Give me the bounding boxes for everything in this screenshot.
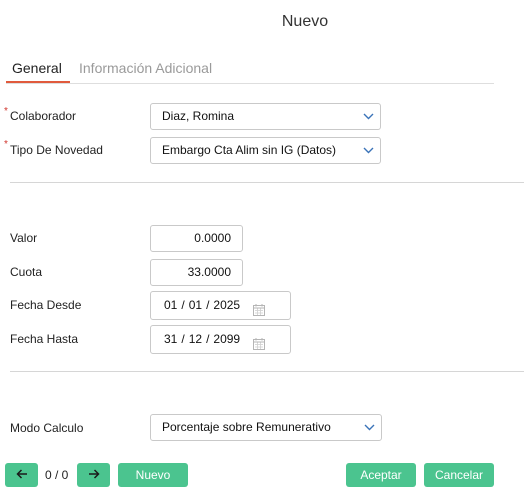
cuota-input[interactable]: 33.0000	[150, 259, 243, 286]
date-separator: /	[181, 298, 185, 312]
arrow-left-icon	[15, 469, 27, 479]
calendar-icon[interactable]	[253, 333, 265, 360]
fecha-hasta-year[interactable]: 2099	[213, 326, 240, 353]
required-marker: *	[4, 139, 8, 150]
cancel-button[interactable]: Cancelar	[424, 463, 494, 487]
colaborador-label: Colaborador	[10, 109, 77, 123]
tab-general[interactable]: General	[12, 60, 62, 76]
date-separator: /	[206, 298, 210, 312]
new-button[interactable]: Nuevo	[118, 463, 188, 487]
date-separator: /	[181, 332, 185, 346]
chevron-down-icon	[363, 138, 374, 154]
fecha-desde-label: Fecha Desde	[10, 298, 82, 312]
calendar-icon[interactable]	[253, 299, 265, 326]
tab-divider	[6, 83, 494, 84]
colaborador-value: Diaz, Romina	[162, 109, 235, 123]
modo-calculo-value: Porcentaje sobre Remunerativo	[162, 420, 331, 434]
fecha-hasta-day[interactable]: 31	[164, 326, 177, 353]
record-counter: 0 / 0	[45, 468, 69, 482]
chevron-down-icon	[363, 104, 374, 120]
dialog: Nuevo General Información Adicional * Co…	[0, 0, 524, 500]
fecha-desde-day[interactable]: 01	[164, 292, 177, 319]
fecha-hasta-month[interactable]: 12	[189, 326, 202, 353]
fecha-desde-year[interactable]: 2025	[213, 292, 240, 319]
valor-label: Valor	[10, 231, 38, 245]
next-button[interactable]	[77, 463, 110, 487]
cuota-label: Cuota	[10, 265, 43, 279]
fecha-hasta-input[interactable]: 31/12/2099	[150, 325, 291, 354]
section-divider	[10, 182, 524, 183]
fecha-hasta-label: Fecha Hasta	[10, 332, 79, 346]
valor-input[interactable]: 0.0000	[150, 225, 243, 252]
section-divider	[10, 371, 524, 372]
date-separator: /	[206, 332, 210, 346]
colaborador-select[interactable]: Diaz, Romina	[150, 103, 381, 130]
modo-calculo-select[interactable]: Porcentaje sobre Remunerativo	[150, 414, 382, 441]
tipo-novedad-label: Tipo De Novedad	[10, 143, 103, 157]
modo-calculo-label: Modo Calculo	[10, 421, 84, 435]
tab-informacion-adicional[interactable]: Información Adicional	[79, 60, 212, 76]
dialog-title: Nuevo	[281, 13, 329, 30]
required-marker: *	[4, 106, 8, 117]
chevron-down-icon	[364, 415, 375, 431]
fecha-desde-month[interactable]: 01	[189, 292, 202, 319]
fecha-desde-input[interactable]: 01/01/2025	[150, 291, 291, 320]
previous-button[interactable]	[5, 463, 38, 487]
arrow-right-icon	[88, 469, 100, 479]
tipo-novedad-select[interactable]: Embargo Cta Alim sin IG (Datos)	[150, 137, 381, 164]
accept-button[interactable]: Aceptar	[346, 463, 416, 487]
tipo-novedad-value: Embargo Cta Alim sin IG (Datos)	[162, 143, 337, 157]
